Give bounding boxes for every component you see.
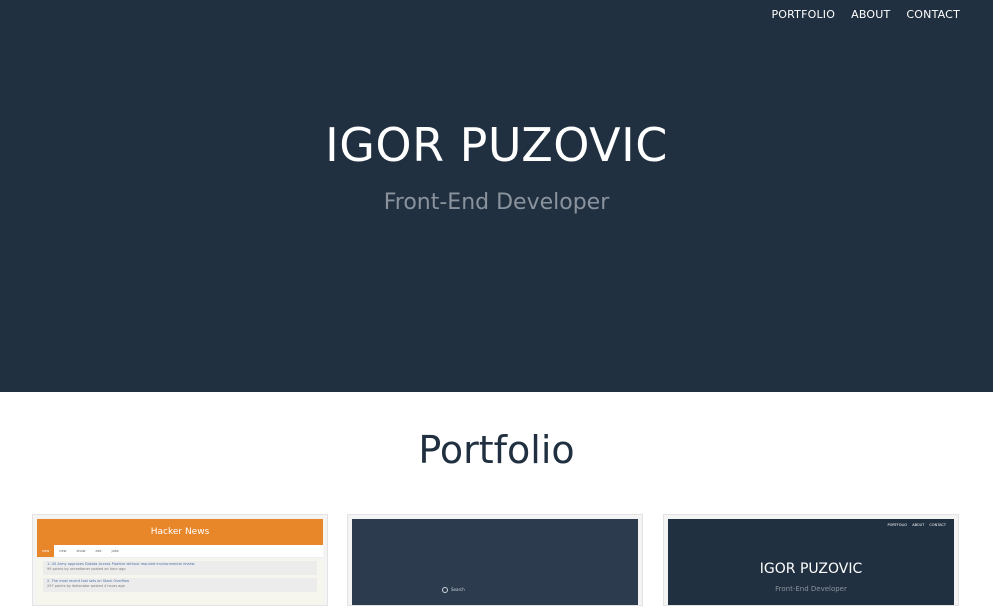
hn-tab: jobs [111,549,119,553]
hero-subtitle: Front-End Developer [383,190,610,215]
hn-story-meta: 297 points by ibelanator posted 4 hours … [47,584,125,588]
mini-nav: PORTFOLIO ABOUT CONTACT [888,523,947,527]
nav-portfolio-link[interactable]: PORTFOLIO [771,8,835,21]
portfolio-card-personal-site[interactable]: PORTFOLIO ABOUT CONTACT IGOR PUZOVIC Fro… [663,514,959,606]
top-nav: PORTFOLIO ABOUT CONTACT [771,8,960,21]
portfolio-card-hacker-news[interactable]: Hacker News new new show ask jobs 1. US … [32,514,328,606]
hn-subnav: new new show ask jobs [37,545,323,558]
hn-tab: ask [95,549,102,553]
card-thumbnail: Search [352,519,638,605]
search-icon [442,587,448,593]
hn-tab: show [76,549,86,553]
card-thumbnail: PORTFOLIO ABOUT CONTACT IGOR PUZOVIC Fro… [668,519,954,605]
search-label: Search [451,587,465,592]
nav-about-link[interactable]: ABOUT [851,8,890,21]
portfolio-card-search-app[interactable]: Search [347,514,643,606]
mini-search: Search [442,587,465,593]
hn-tab: new [59,549,67,553]
card-thumbnail: Hacker News new new show ask jobs 1. US … [37,519,323,605]
portfolio-heading: Portfolio [418,428,575,472]
nav-contact-link[interactable]: CONTACT [906,8,960,21]
hero-title: IGOR PUZOVIC [325,118,668,172]
mini-nav-item: ABOUT [912,523,925,527]
hn-story-meta: 99 points by unrealtoner posted an hour … [47,567,126,571]
hn-story-row: 2. The most recent tool sets on Stack Ov… [43,578,317,592]
mini-title: IGOR PUZOVIC [759,561,863,577]
hn-tab: new [37,545,55,557]
hero-section: PORTFOLIO ABOUT CONTACT IGOR PUZOVIC Fro… [0,0,993,392]
mini-nav-item: PORTFOLIO [887,523,908,527]
hn-header: Hacker News [37,519,323,545]
mini-nav-item: CONTACT [929,523,946,527]
hn-story-row: 1. US Army approves Dakota Access Pipeli… [43,561,317,575]
